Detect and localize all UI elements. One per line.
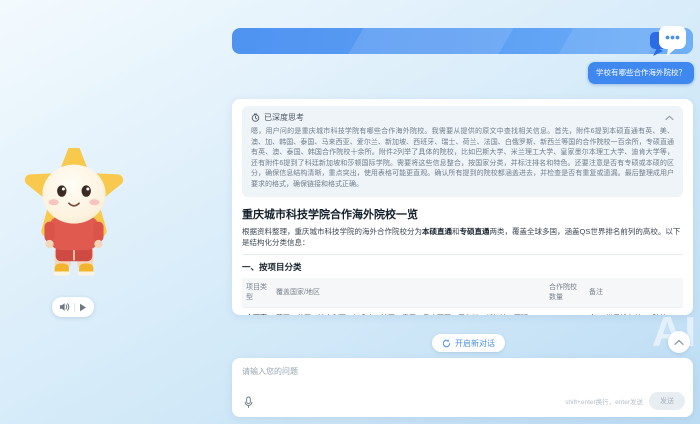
col-header-note: 备注	[585, 278, 683, 308]
intro-bold-benshuo: 本硕直通	[422, 227, 452, 236]
divider	[74, 303, 75, 312]
divider	[242, 254, 683, 255]
cell-type: 本硕直通	[242, 308, 272, 316]
deep-think-label: 已深度思考	[264, 112, 304, 123]
microphone-icon[interactable]	[241, 395, 255, 410]
new-chat-button[interactable]: 开启新对话	[432, 334, 505, 352]
table-row: 本硕直通 英国、美国、澳大利亚、加拿大、韩国、泰国、马来西亚、爱尔兰、新加坡、西…	[242, 308, 683, 316]
scroll-top-button[interactable]	[668, 331, 690, 353]
deep-think-icon	[251, 113, 260, 122]
cell-countries: 英国、美国、澳大利亚、加拿大、韩国、泰国、马来西亚、爱尔兰、新加坡、西班牙、瑞士…	[272, 308, 545, 316]
speaker-icon[interactable]	[59, 302, 70, 312]
send-button[interactable]: 发送	[649, 392, 685, 410]
cooperation-table: 项目类型 覆盖国家/地区 合作院校数量 备注 本硕直通 英国、美国、澳大利亚、加…	[242, 278, 683, 315]
audio-control-pill	[52, 297, 94, 317]
new-chat-label: 开启新对话	[455, 338, 495, 349]
play-icon[interactable]	[79, 303, 87, 312]
question-input[interactable]	[242, 366, 682, 394]
col-header-count: 合作院校数量	[545, 278, 585, 308]
chevron-up-icon	[674, 339, 684, 346]
col-header-type: 项目类型	[242, 278, 272, 308]
answer-title: 重庆城市科技学院合作海外院校一览	[242, 206, 683, 222]
app-window: 学校有哪些合作海外院校？	[0, 0, 700, 424]
intro-bold-zhuanshuo: 专硕直通	[460, 227, 490, 236]
input-panel: shift+enter换行，enter发送 发送	[232, 358, 693, 417]
deep-think-content: 嗯，用户问的是重庆城市科技学院有哪些合作海外院校。我需要从提供的原文中查找相关信…	[251, 127, 674, 190]
col-header-countries: 覆盖国家/地区	[272, 278, 545, 308]
intro-text: 根据资料整理，重庆城市科技学院的海外合作院校分为	[242, 227, 422, 236]
section-heading: 一、按项目分类	[242, 261, 683, 273]
intro-text: 和	[452, 227, 460, 236]
chat-bubble-icon[interactable]	[648, 23, 690, 59]
keyboard-hint: shift+enter换行，enter发送	[565, 396, 643, 406]
answer-intro: 根据资料整理，重庆城市科技学院的海外合作院校分为本硕直通和专硕直通两类，覆盖全球…	[242, 226, 683, 248]
table-header-row: 项目类型 覆盖国家/地区 合作院校数量 备注	[242, 278, 683, 308]
user-message-bubble: 学校有哪些合作海外院校？	[588, 62, 694, 84]
deep-think-panel: 已深度思考 嗯，用户问的是重庆城市科技学院有哪些合作海外院校。我需要从提供的原文…	[242, 106, 683, 197]
answer-card: 已深度思考 嗯，用户问的是重庆城市科技学院有哪些合作海外院校。我需要从提供的原文…	[232, 99, 693, 315]
cell-note: 含QS世界排名前150院校，提供梯度申请保障。	[585, 308, 683, 316]
cell-count: 100+所	[545, 308, 585, 316]
chevron-up-icon[interactable]	[665, 115, 674, 121]
refresh-icon	[442, 339, 451, 348]
mascot-star-character	[18, 148, 130, 286]
deep-think-header[interactable]: 已深度思考	[251, 112, 674, 123]
top-banner	[232, 28, 693, 54]
